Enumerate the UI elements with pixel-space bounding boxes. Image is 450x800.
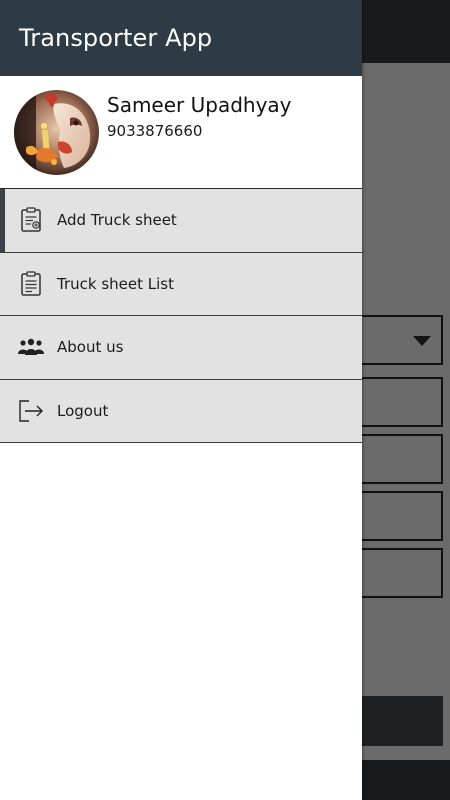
clipboard-add-icon — [18, 207, 44, 233]
dropdown-arrow-icon — [413, 336, 431, 346]
profile-phone: 9033876660 — [107, 122, 203, 140]
menu-item-label: Logout — [57, 401, 109, 420]
menu-item-about-us[interactable]: About us — [0, 316, 362, 380]
avatar-image — [14, 90, 99, 175]
background-input-field — [352, 548, 443, 598]
background-input-field — [352, 491, 443, 541]
background-spinner — [352, 315, 443, 365]
background-input-field — [352, 377, 443, 427]
background-input-field — [352, 434, 443, 484]
clipboard-list-icon — [18, 271, 44, 297]
menu-item-label: About us — [57, 338, 124, 357]
avatar[interactable] — [14, 90, 99, 175]
menu-item-logout[interactable]: Logout — [0, 379, 362, 443]
logout-icon — [18, 398, 44, 424]
app-bar: Transporter App — [0, 0, 362, 76]
drawer-menu: Add Truck sheet Truck sheet List About u… — [0, 189, 362, 443]
menu-item-label: Add Truck sheet — [57, 211, 177, 230]
profile-header: Sameer Upadhyay 9033876660 — [0, 76, 362, 189]
menu-item-add-truck-sheet[interactable]: Add Truck sheet — [0, 189, 362, 253]
background-submit-button — [352, 696, 443, 746]
profile-name: Sameer Upadhyay — [107, 93, 292, 117]
app-title: Transporter App — [19, 24, 213, 52]
navigation-drawer: Transporter App Sameer Upadhyay 90338766… — [0, 0, 362, 800]
group-icon — [18, 334, 44, 360]
menu-item-label: Truck sheet List — [57, 274, 174, 293]
menu-item-truck-sheet-list[interactable]: Truck sheet List — [0, 252, 362, 316]
